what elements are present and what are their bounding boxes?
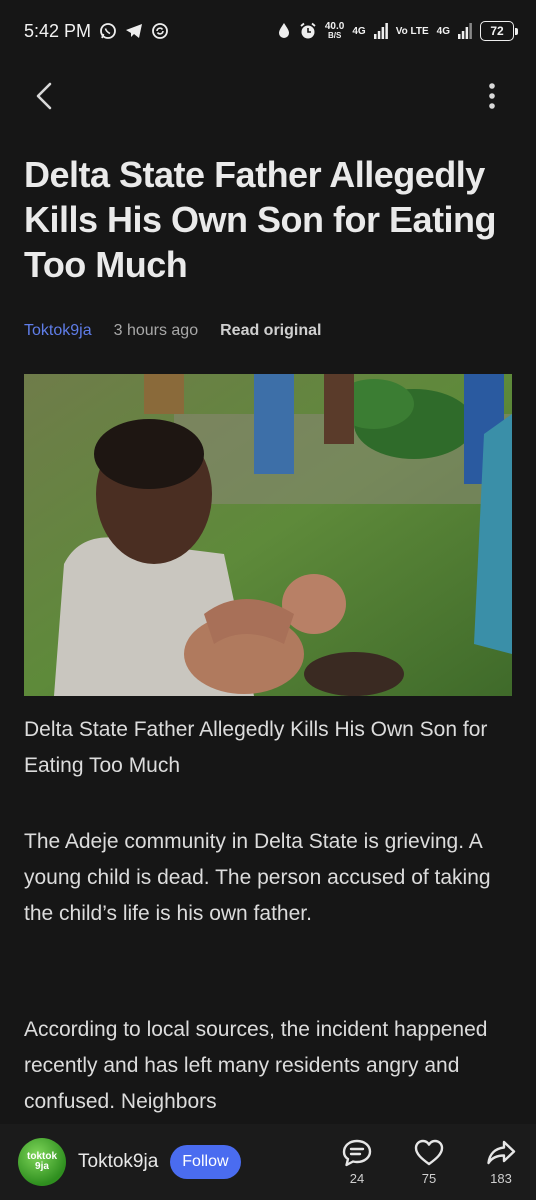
article-paragraph: According to local sources, the incident…	[24, 1018, 488, 1113]
article-paragraph: The Adeje community in Delta State is gr…	[24, 830, 491, 925]
top-nav	[0, 68, 536, 124]
comments-button[interactable]: 24	[340, 1139, 374, 1186]
heart-icon	[414, 1139, 444, 1165]
bottom-action-bar: toktok 9ja Toktok9ja Follow 24 75 183	[0, 1124, 536, 1200]
signal-icon	[373, 23, 388, 39]
comments-count: 24	[349, 1170, 365, 1186]
status-time: 5:42 PM	[24, 20, 92, 41]
like-button[interactable]: 75	[412, 1139, 446, 1186]
comment-icon	[342, 1139, 372, 1166]
whatsapp-icon	[99, 22, 117, 40]
image-caption: Delta State Father Allegedly Kills His O…	[24, 718, 488, 777]
more-options-button[interactable]	[472, 76, 512, 116]
source-link[interactable]: Toktok9ja	[24, 322, 92, 340]
shares-count: 183	[490, 1170, 512, 1186]
signal-icon	[458, 23, 472, 39]
network-type-1: 4G	[352, 25, 366, 37]
volte-indicator: Vo LTE	[395, 25, 429, 37]
share-icon	[487, 1140, 516, 1164]
status-bar: 5:42 PM 40.0 B/S 4G Vo LTE 4G 72	[0, 0, 536, 62]
sync-icon	[151, 22, 169, 40]
share-button[interactable]: 183	[484, 1139, 518, 1186]
read-original-link[interactable]: Read original	[220, 322, 321, 340]
published-time: 3 hours ago	[113, 322, 199, 339]
news-article-screen: 5:42 PM 40.0 B/S 4G Vo LTE 4G 72 Delta S…	[0, 0, 536, 1200]
article-image	[24, 374, 512, 696]
data-saver-icon	[277, 22, 291, 40]
telegram-icon	[125, 23, 143, 39]
network-speed: 40.0 B/S	[324, 21, 345, 41]
alarm-icon	[299, 22, 317, 40]
network-type-2: 4G	[436, 25, 450, 37]
battery-indicator: 72	[480, 21, 518, 41]
more-vertical-icon	[489, 83, 495, 109]
author-avatar[interactable]: toktok 9ja	[18, 1138, 66, 1186]
chevron-left-icon	[36, 82, 52, 110]
author-name[interactable]: Toktok9ja	[78, 1151, 158, 1173]
article-title: Delta State Father Allegedly Kills His O…	[24, 154, 497, 285]
likes-count: 75	[421, 1170, 437, 1186]
follow-button[interactable]: Follow	[170, 1145, 241, 1179]
back-button[interactable]	[24, 76, 64, 116]
article-byline: Toktok9ja 3 hours ago Read original	[24, 322, 514, 340]
